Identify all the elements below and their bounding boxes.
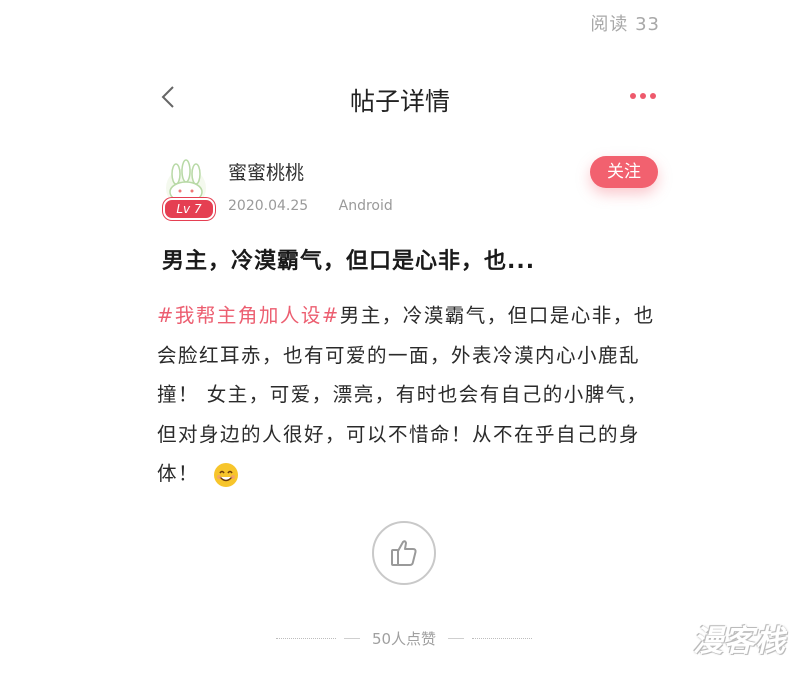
level-text: Lv 7 — [176, 202, 202, 216]
read-count: 阅读 33 — [590, 14, 660, 35]
thumbs-up-icon — [391, 540, 417, 566]
smiling-face-icon — [213, 462, 238, 487]
page-title: 帖子详情 — [349, 87, 450, 116]
post-meta: 2020.04.25 Android — [228, 198, 419, 214]
likes-summary: 50人点赞 — [272, 626, 536, 650]
divider — [472, 637, 533, 639]
likes-count: 50人点赞 — [371, 629, 437, 648]
post-text: 男主，冷漠霸气，但口是心非，也会脸红耳赤，也有可爱的一面，外表冷漠内心小鹿乱撞！… — [157, 304, 655, 485]
post-body: #我帮主角加人设#男主，冷漠霸气，但口是心非，也会脸红耳赤，也有可爱的一面，外表… — [157, 296, 657, 494]
post-date: 2020.04.25 — [228, 198, 309, 214]
level-badge: Lv 7 — [163, 198, 215, 220]
post-platform: Android — [338, 198, 393, 214]
divider — [275, 637, 336, 639]
divider — [448, 637, 465, 639]
divider — [343, 637, 360, 639]
post-title: 男主，冷漠霸气，但口是心非，也... — [162, 249, 536, 274]
more-options-icon[interactable] — [630, 93, 656, 99]
like-button[interactable] — [372, 521, 436, 585]
watermark-logo: 漫客栈 — [693, 624, 786, 659]
follow-button[interactable]: 关注 — [590, 156, 658, 188]
topic-tag[interactable]: #我帮主角加人设# — [157, 304, 340, 327]
author-name[interactable]: 蜜蜜桃桃 — [228, 158, 304, 185]
